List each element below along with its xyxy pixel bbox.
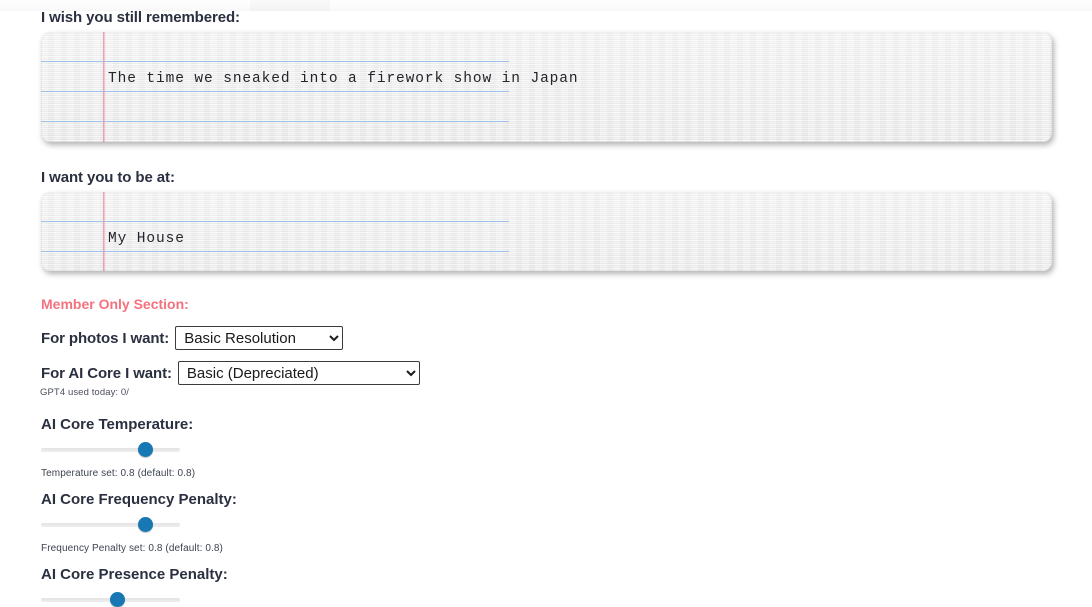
frequency-penalty-slider[interactable] [41, 517, 180, 532]
photos-label: For photos I want: [41, 329, 170, 347]
location-textarea[interactable]: My House [41, 192, 1052, 271]
frequency-penalty-title: AI Core Frequency Penalty: [41, 491, 237, 508]
temperature-slider-thumb[interactable] [137, 442, 153, 457]
gpt4-usage-note: GPT4 used today: 0/ [40, 387, 130, 398]
ai-core-label: For AI Core I want: [41, 364, 172, 382]
memory-label: I wish you still remembered: [41, 9, 240, 26]
memory-textarea-value: The time we sneaked into a firework show… [108, 71, 579, 87]
temperature-title: AI Core Temperature: [41, 416, 194, 433]
ai-core-field-row: For AI Core I want: Basic (Depreciated) [41, 361, 420, 385]
frequency-penalty-slider-rail [41, 523, 180, 527]
frequency-penalty-slider-thumb[interactable] [137, 517, 153, 532]
presence-penalty-slider-block: AI Core Presence Penalty: [41, 566, 228, 607]
frequency-penalty-slider-block: AI Core Frequency Penalty: Frequency Pen… [41, 491, 237, 554]
presence-penalty-title: AI Core Presence Penalty: [41, 566, 228, 583]
member-only-section-heading: Member Only Section: [41, 296, 189, 312]
temperature-slider-block: AI Core Temperature: Temperature set: 0.… [41, 416, 195, 479]
memory-textarea[interactable]: The time we sneaked into a firework show… [41, 32, 1052, 142]
form-page: I wish you still remembered: The time we… [0, 0, 1092, 607]
temperature-slider-rail [41, 448, 180, 452]
location-label: I want you to be at: [41, 169, 175, 186]
photos-field-row: For photos I want: Basic Resolution [41, 326, 344, 350]
temperature-slider[interactable] [41, 442, 180, 457]
location-textarea-value: My House [108, 231, 185, 247]
presence-penalty-slider[interactable] [41, 592, 180, 607]
presence-penalty-slider-thumb[interactable] [110, 592, 126, 607]
photos-resolution-select[interactable]: Basic Resolution [175, 326, 344, 350]
frequency-penalty-value-text: Frequency Penalty set: 0.8 (default: 0.8… [41, 543, 223, 554]
ai-core-model-select[interactable]: Basic (Depreciated) [177, 361, 420, 385]
temperature-value-text: Temperature set: 0.8 (default: 0.8) [41, 468, 196, 479]
